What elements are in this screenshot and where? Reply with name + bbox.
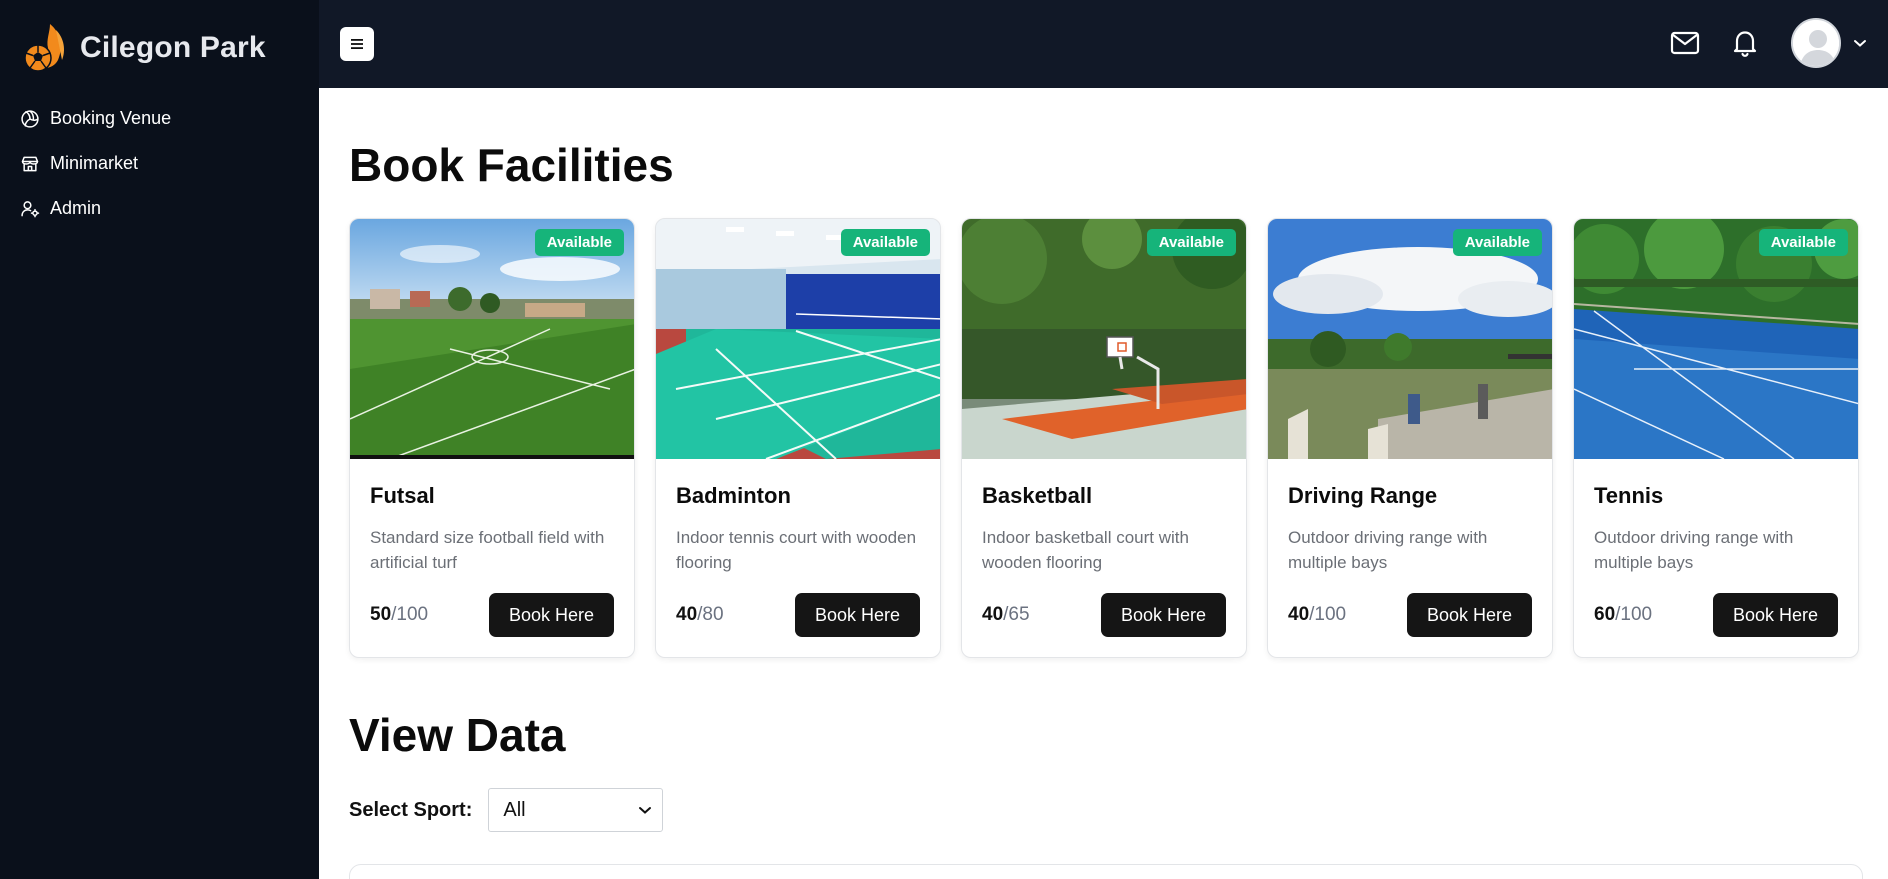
avatar[interactable] [1791, 18, 1841, 68]
facility-card-futsal: Available Futsal Standard size football … [349, 218, 635, 658]
capacity-current: 60 [1594, 604, 1616, 625]
menu-toggle-button[interactable] [340, 27, 374, 61]
sidebar-item-minimarket[interactable]: Minimarket [0, 141, 319, 186]
capacity-max: /100 [1615, 604, 1653, 625]
card-title: Basketball [982, 483, 1093, 508]
facility-image-basketball: Available [962, 219, 1246, 459]
sidebar-item-label: Admin [50, 198, 102, 218]
facility-cards: Available Futsal Standard size football … [349, 218, 1859, 658]
facility-card-driving-range: Available Driving Range Outdoor driving … [1267, 218, 1553, 658]
menu-icon [351, 39, 363, 49]
capacity-current: 40 [676, 604, 698, 625]
mail-button[interactable] [1667, 25, 1703, 61]
main-content: Book Facilities Available Futsal Standar… [319, 88, 1888, 879]
page-title: Book Facilities [349, 139, 674, 191]
card-description: Outdoor driving range with multiple bays [1288, 528, 1488, 572]
brand-name: Cilegon Park [80, 31, 266, 64]
volleyball-icon [19, 108, 41, 130]
availability-badge: Available [1452, 229, 1542, 256]
book-button-driving-range[interactable]: Book Here [1406, 593, 1532, 637]
select-label: Select Sport: [349, 798, 473, 821]
facility-image-tennis: Available [1574, 219, 1858, 459]
availability-badge: Available [1146, 229, 1236, 256]
chevron-down-icon [1854, 40, 1866, 47]
availability-badge: Available [534, 229, 624, 256]
card-title: Badminton [676, 483, 791, 508]
capacity: 60/100 [1594, 604, 1652, 626]
capacity-current: 40 [982, 604, 1004, 625]
card-title: Tennis [1594, 483, 1664, 508]
capacity: 40/100 [1288, 604, 1346, 626]
facility-image-driving-range: Available [1268, 219, 1552, 459]
book-button-tennis[interactable]: Book Here [1712, 593, 1838, 637]
sidebar-item-label: Minimarket [50, 153, 139, 173]
sidebar: Cilegon Park Booking Venue Minimarket Ad… [0, 0, 319, 879]
brand[interactable]: Cilegon Park [0, 0, 319, 96]
book-button-basketball[interactable]: Book Here [1100, 593, 1226, 637]
card-description: Standard size football field with artifi… [370, 528, 605, 572]
account-menu-toggle[interactable] [1851, 34, 1869, 52]
chevron-down-icon [639, 807, 652, 814]
facility-card-badminton: Available Badminton Indoor tennis court … [655, 218, 941, 658]
card-description: Indoor basketball court with wooden floo… [982, 528, 1189, 572]
select-value: All [503, 798, 526, 821]
facility-card-tennis: Available Tennis Outdoor driving range w… [1573, 218, 1859, 658]
sport-select[interactable]: All [488, 788, 664, 832]
capacity-max: /80 [697, 604, 724, 625]
sidebar-item-admin[interactable]: Admin [0, 186, 319, 231]
card-description: Indoor tennis court with wooden flooring [676, 528, 917, 572]
card-title: Driving Range [1288, 483, 1438, 508]
capacity: 50/100 [370, 604, 428, 626]
bell-icon [1733, 31, 1757, 57]
sidebar-item-booking-venue[interactable]: Booking Venue [0, 96, 319, 141]
availability-badge: Available [840, 229, 930, 256]
user-cog-icon [19, 198, 41, 220]
sport-filter: Select Sport: All [349, 788, 664, 832]
availability-badge: Available [1758, 229, 1848, 256]
capacity-current: 40 [1288, 604, 1310, 625]
sidebar-nav: Booking Venue Minimarket Admin [0, 96, 319, 231]
capacity-current: 50 [370, 604, 392, 625]
book-button-badminton[interactable]: Book Here [794, 593, 920, 637]
data-panel [349, 864, 1863, 879]
facility-image-futsal: Available [350, 219, 634, 459]
sidebar-item-label: Booking Venue [50, 108, 172, 128]
facility-card-basketball: Available Basketball Indoor basketball c… [961, 218, 1247, 658]
capacity-max: /100 [391, 604, 429, 625]
mail-icon [1670, 31, 1700, 55]
logo-icon [24, 24, 64, 72]
store-icon [19, 153, 41, 175]
capacity-max: /65 [1003, 604, 1030, 625]
card-title: Futsal [370, 483, 435, 508]
section-title-view-data: View Data [349, 709, 566, 761]
notifications-button[interactable] [1727, 25, 1763, 61]
book-button-futsal[interactable]: Book Here [488, 593, 614, 637]
capacity-max: /100 [1309, 604, 1347, 625]
topbar [319, 0, 1888, 88]
capacity: 40/65 [982, 604, 1030, 626]
capacity: 40/80 [676, 604, 724, 626]
user-avatar-icon [1793, 20, 1839, 66]
card-description: Outdoor driving range with multiple bays [1594, 528, 1794, 572]
facility-image-badminton: Available [656, 219, 940, 459]
